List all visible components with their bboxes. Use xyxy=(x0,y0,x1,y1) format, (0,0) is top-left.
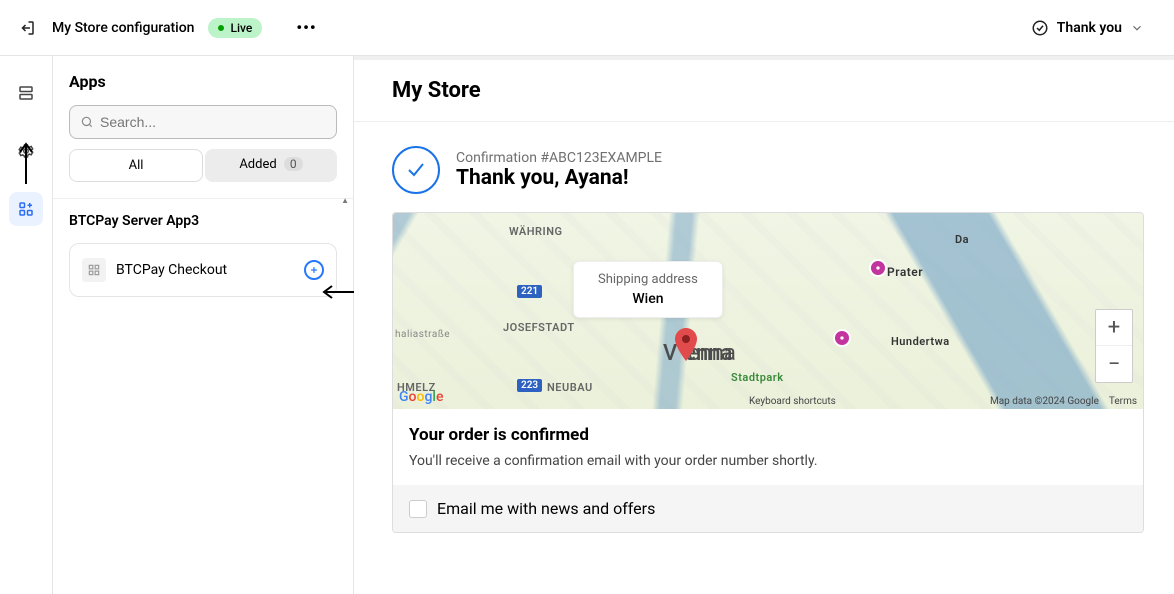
shipping-address-label: Shipping address xyxy=(598,272,698,287)
metro-station-icon xyxy=(869,259,887,277)
app-section-name: BTCPay Server App3 xyxy=(69,213,337,229)
apps-panel-title: Apps xyxy=(69,72,337,91)
filter-added-label: Added xyxy=(239,157,276,172)
search-input-wrapper[interactable] xyxy=(69,105,337,139)
order-confirmed-desc: You'll receive a confirmation email with… xyxy=(409,453,1127,469)
map-poi-label: Prater xyxy=(887,265,923,279)
page-selector[interactable]: Thank you xyxy=(1031,19,1144,37)
search-icon xyxy=(80,115,94,129)
map-poi-label: Da xyxy=(955,233,969,246)
shipping-address-popover: Shipping address Wien xyxy=(573,261,723,318)
page-selector-label: Thank you xyxy=(1057,20,1122,36)
confirmation-number: Confirmation #ABC123EXAMPLE xyxy=(456,150,662,166)
preview-page: My Store Confirmation #ABC123EXAMPLE Tha… xyxy=(354,60,1174,594)
thank-you-text: Confirmation #ABC123EXAMPLE Thank you, A… xyxy=(456,150,662,190)
thank-you-block: Confirmation #ABC123EXAMPLE Thank you, A… xyxy=(354,122,1174,194)
order-confirmed-title: Your order is confirmed xyxy=(409,425,1127,445)
apps-panel: Apps All Added 0 ▲ BTCPay Server App3 BT… xyxy=(52,56,354,594)
map-data-attribution: Map data ©2024 Google xyxy=(990,396,1099,407)
page-title: My Store configuration xyxy=(52,20,194,36)
store-name: My Store xyxy=(392,78,1136,103)
filter-row: All Added 0 xyxy=(69,149,337,182)
top-bar: My Store configuration Live ••• Thank yo… xyxy=(0,0,1174,56)
email-opt-in-row: Email me with news and offers xyxy=(393,485,1143,532)
app-card[interactable]: BTCPay Checkout xyxy=(69,243,337,297)
live-badge-label: Live xyxy=(230,21,252,35)
email-opt-checkbox[interactable] xyxy=(409,500,427,518)
zoom-out-button[interactable]: − xyxy=(1096,346,1132,382)
map-park-label: Stadtpark xyxy=(731,371,784,384)
map-terms-link[interactable]: Terms xyxy=(1109,396,1137,407)
filter-added-button[interactable]: Added 0 xyxy=(205,149,337,182)
rail-apps-icon[interactable] xyxy=(9,192,43,226)
app-block-icon xyxy=(82,258,106,282)
email-opt-label: Email me with news and offers xyxy=(437,499,655,518)
map-district-label: NEUBAU xyxy=(547,381,593,394)
divider: ▲ xyxy=(53,198,353,199)
check-circle-icon xyxy=(392,146,440,194)
icon-rail xyxy=(0,56,52,594)
chevron-down-icon xyxy=(1130,21,1144,35)
exit-icon[interactable] xyxy=(16,17,38,39)
metro-station-icon xyxy=(833,329,851,347)
added-count-badge: 0 xyxy=(284,157,303,171)
live-badge: Live xyxy=(208,18,262,38)
shipping-address-value: Wien xyxy=(598,291,698,307)
add-plus-icon[interactable] xyxy=(304,260,324,280)
more-icon[interactable]: ••• xyxy=(296,18,316,37)
preview-area: My Store Confirmation #ABC123EXAMPLE Tha… xyxy=(354,56,1174,594)
map-district-label: JOSEFSTADT xyxy=(503,321,575,334)
order-confirmed-box: Your order is confirmed You'll receive a… xyxy=(393,409,1143,485)
rail-sections-icon[interactable] xyxy=(9,76,43,110)
map-poi-label: Hundertwa xyxy=(891,335,950,348)
map-district-label: WÄHRING xyxy=(509,225,563,238)
zoom-in-button[interactable]: + xyxy=(1096,310,1132,346)
road-badge: 223 xyxy=(517,379,542,392)
app-card-name: BTCPay Checkout xyxy=(116,262,294,278)
road-badge: 221 xyxy=(517,285,542,298)
map-street-label: haliastraße xyxy=(395,329,450,340)
status-dot-icon xyxy=(218,25,224,31)
check-circle-icon xyxy=(1031,19,1049,37)
thank-you-message: Thank you, Ayana! xyxy=(456,166,662,190)
main-layout: Apps All Added 0 ▲ BTCPay Server App3 BT… xyxy=(0,56,1174,594)
map-view[interactable]: WÄHRING JOSEFSTADT NEUBAU HMELZ haliastr… xyxy=(393,213,1143,409)
map-footer: Map data ©2024 Google Terms xyxy=(990,396,1137,407)
caret-up-icon: ▲ xyxy=(341,196,349,205)
filter-all-button[interactable]: All xyxy=(69,149,203,182)
google-logo: Google xyxy=(399,389,443,405)
map-pin-icon xyxy=(673,328,699,362)
map-keyboard-shortcuts[interactable]: Keyboard shortcuts xyxy=(749,396,836,407)
annotation-arrow-up xyxy=(16,140,36,184)
map-zoom-control: + − xyxy=(1095,309,1133,383)
order-card: WÄHRING JOSEFSTADT NEUBAU HMELZ haliastr… xyxy=(392,212,1144,533)
search-input[interactable] xyxy=(100,114,326,130)
topbar-left: My Store configuration Live ••• xyxy=(16,17,1031,39)
store-header: My Store xyxy=(354,60,1174,122)
